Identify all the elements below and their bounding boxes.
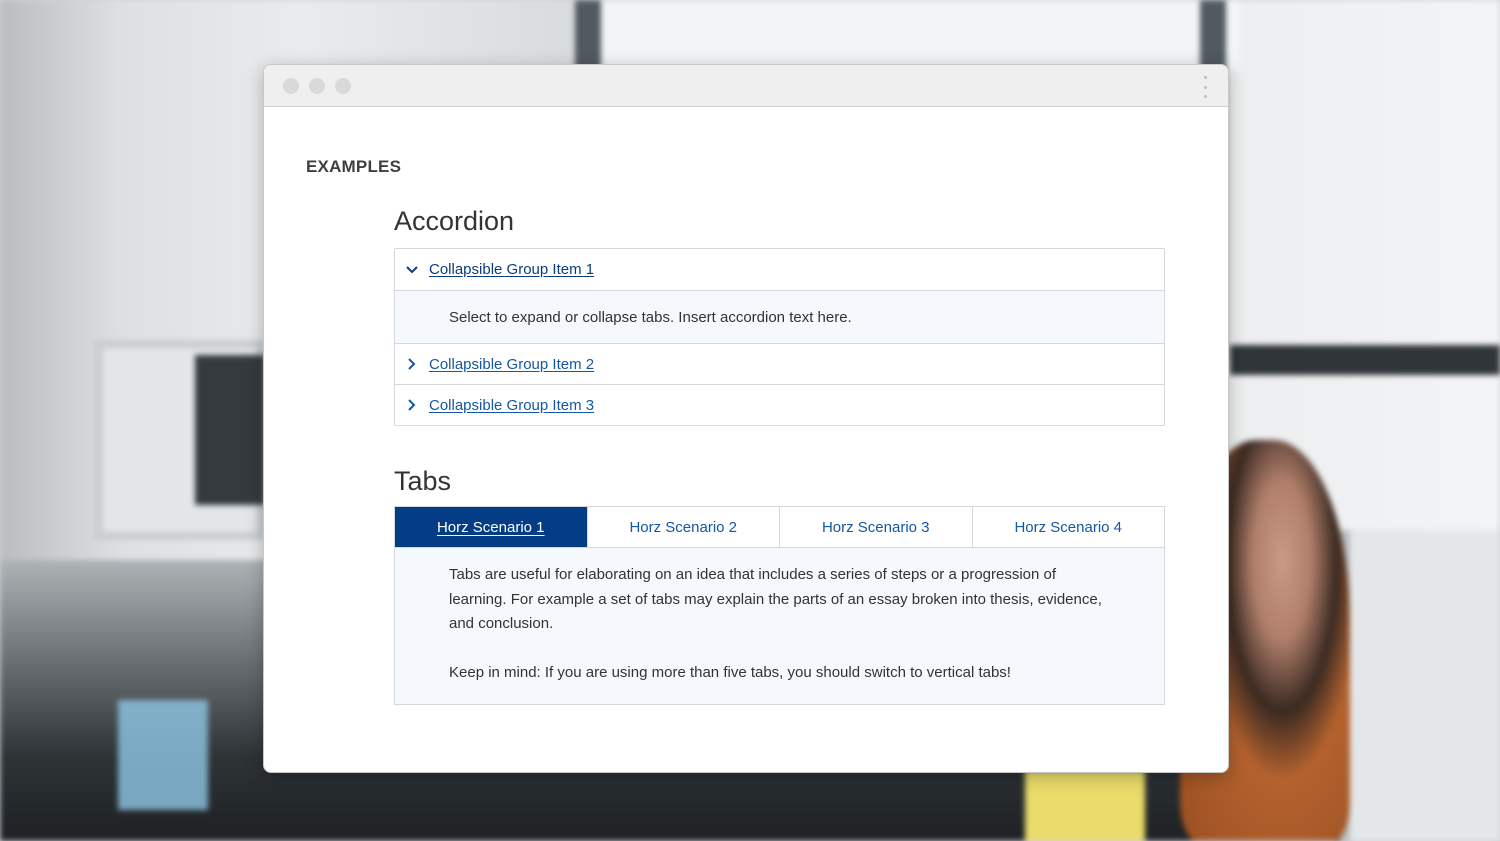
tab-panel-paragraph-2: Keep in mind: If you are using more than… <box>449 663 1011 681</box>
window-titlebar <box>264 65 1228 107</box>
tab-horz-scenario-3[interactable]: Horz Scenario 3 <box>779 507 972 547</box>
accordion-item-1-link[interactable]: Collapsible Group Item 1 <box>429 261 594 278</box>
tab-panel: Tabs are useful for elaborating on an id… <box>394 548 1165 705</box>
chevron-right-icon <box>395 399 429 411</box>
chevron-down-icon <box>395 265 429 274</box>
page-eyebrow: EXAMPLES <box>306 157 402 176</box>
accordion-item-1-body: Select to expand or collapse tabs. Inser… <box>395 290 1164 343</box>
accordion-item-3-header[interactable]: Collapsible Group Item 3 <box>395 384 1164 425</box>
accordion-item-2-link[interactable]: Collapsible Group Item 2 <box>429 356 594 373</box>
window-close-dot[interactable] <box>283 78 299 94</box>
window-maximize-dot[interactable] <box>335 78 351 94</box>
accordion-item-1-header[interactable]: Collapsible Group Item 1 <box>395 249 1164 290</box>
window-minimize-dot[interactable] <box>309 78 325 94</box>
more-options-icon[interactable] <box>1202 76 1208 98</box>
accordion: Collapsible Group Item 1 Select to expan… <box>394 248 1165 426</box>
accordion-title: Accordion <box>394 206 515 236</box>
accordion-item-2-header[interactable]: Collapsible Group Item 2 <box>395 343 1164 384</box>
tab-panel-paragraph-1: Tabs are useful for elaborating on an id… <box>449 566 1102 632</box>
browser-window: EXAMPLES Accordion Collapsible Group Ite… <box>263 64 1229 773</box>
tab-horz-scenario-4[interactable]: Horz Scenario 4 <box>971 507 1165 547</box>
tab-horz-scenario-2[interactable]: Horz Scenario 2 <box>586 507 780 547</box>
chevron-right-icon <box>395 358 429 370</box>
accordion-item-3-link[interactable]: Collapsible Group Item 3 <box>429 397 594 414</box>
tabs: Horz Scenario 1 Horz Scenario 2 Horz Sce… <box>394 506 1165 705</box>
tab-horz-scenario-1[interactable]: Horz Scenario 1 <box>395 507 587 547</box>
tab-list: Horz Scenario 1 Horz Scenario 2 Horz Sce… <box>394 506 1165 548</box>
tabs-title: Tabs <box>394 466 452 496</box>
